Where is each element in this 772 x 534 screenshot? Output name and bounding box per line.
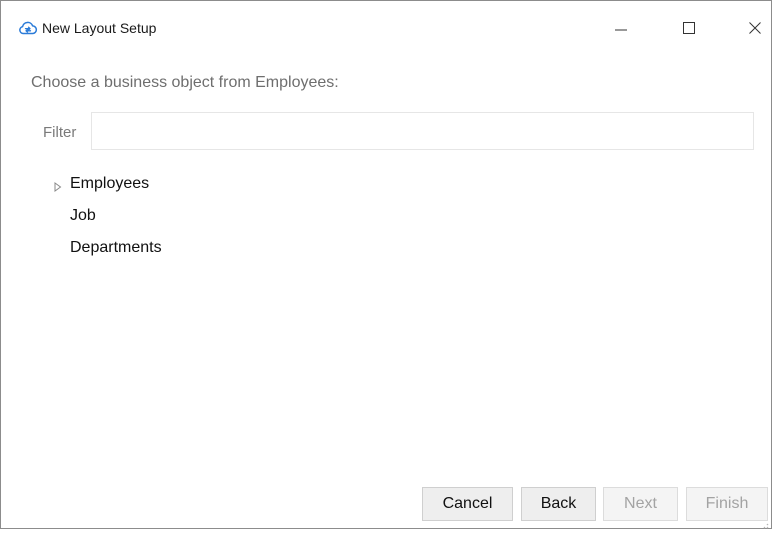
minimize-button[interactable] <box>599 11 643 45</box>
tree-item-label: Job <box>70 207 96 224</box>
finish-button[interactable]: Finish <box>686 487 768 521</box>
tree-item-departments[interactable]: Departments <box>1 233 401 263</box>
back-button[interactable]: Back <box>521 487 596 521</box>
tree-item-employees[interactable]: Employees <box>1 169 401 199</box>
dialog-window: New Layout Setup Choose a business objec… <box>0 0 772 529</box>
resize-grip-icon[interactable] <box>759 516 769 529</box>
cloud-sync-icon <box>18 18 38 38</box>
filter-label: Filter <box>43 124 77 141</box>
window-title: New Layout Setup <box>42 20 157 36</box>
next-button[interactable]: Next <box>603 487 678 521</box>
instruction-text: Choose a business object from Employees: <box>31 74 339 91</box>
close-icon <box>749 22 761 34</box>
close-button[interactable] <box>733 11 772 45</box>
maximize-icon <box>683 22 695 34</box>
tree-item-job[interactable]: Job <box>1 201 401 231</box>
tree-item-label: Departments <box>70 239 162 256</box>
tree-item-label: Employees <box>70 175 150 192</box>
title-bar[interactable]: New Layout Setup <box>1 1 771 57</box>
expand-arrow-icon[interactable] <box>54 179 62 192</box>
cancel-button[interactable]: Cancel <box>422 487 513 521</box>
filter-input[interactable] <box>91 112 754 150</box>
maximize-button[interactable] <box>667 11 711 45</box>
minimize-icon <box>615 22 627 34</box>
